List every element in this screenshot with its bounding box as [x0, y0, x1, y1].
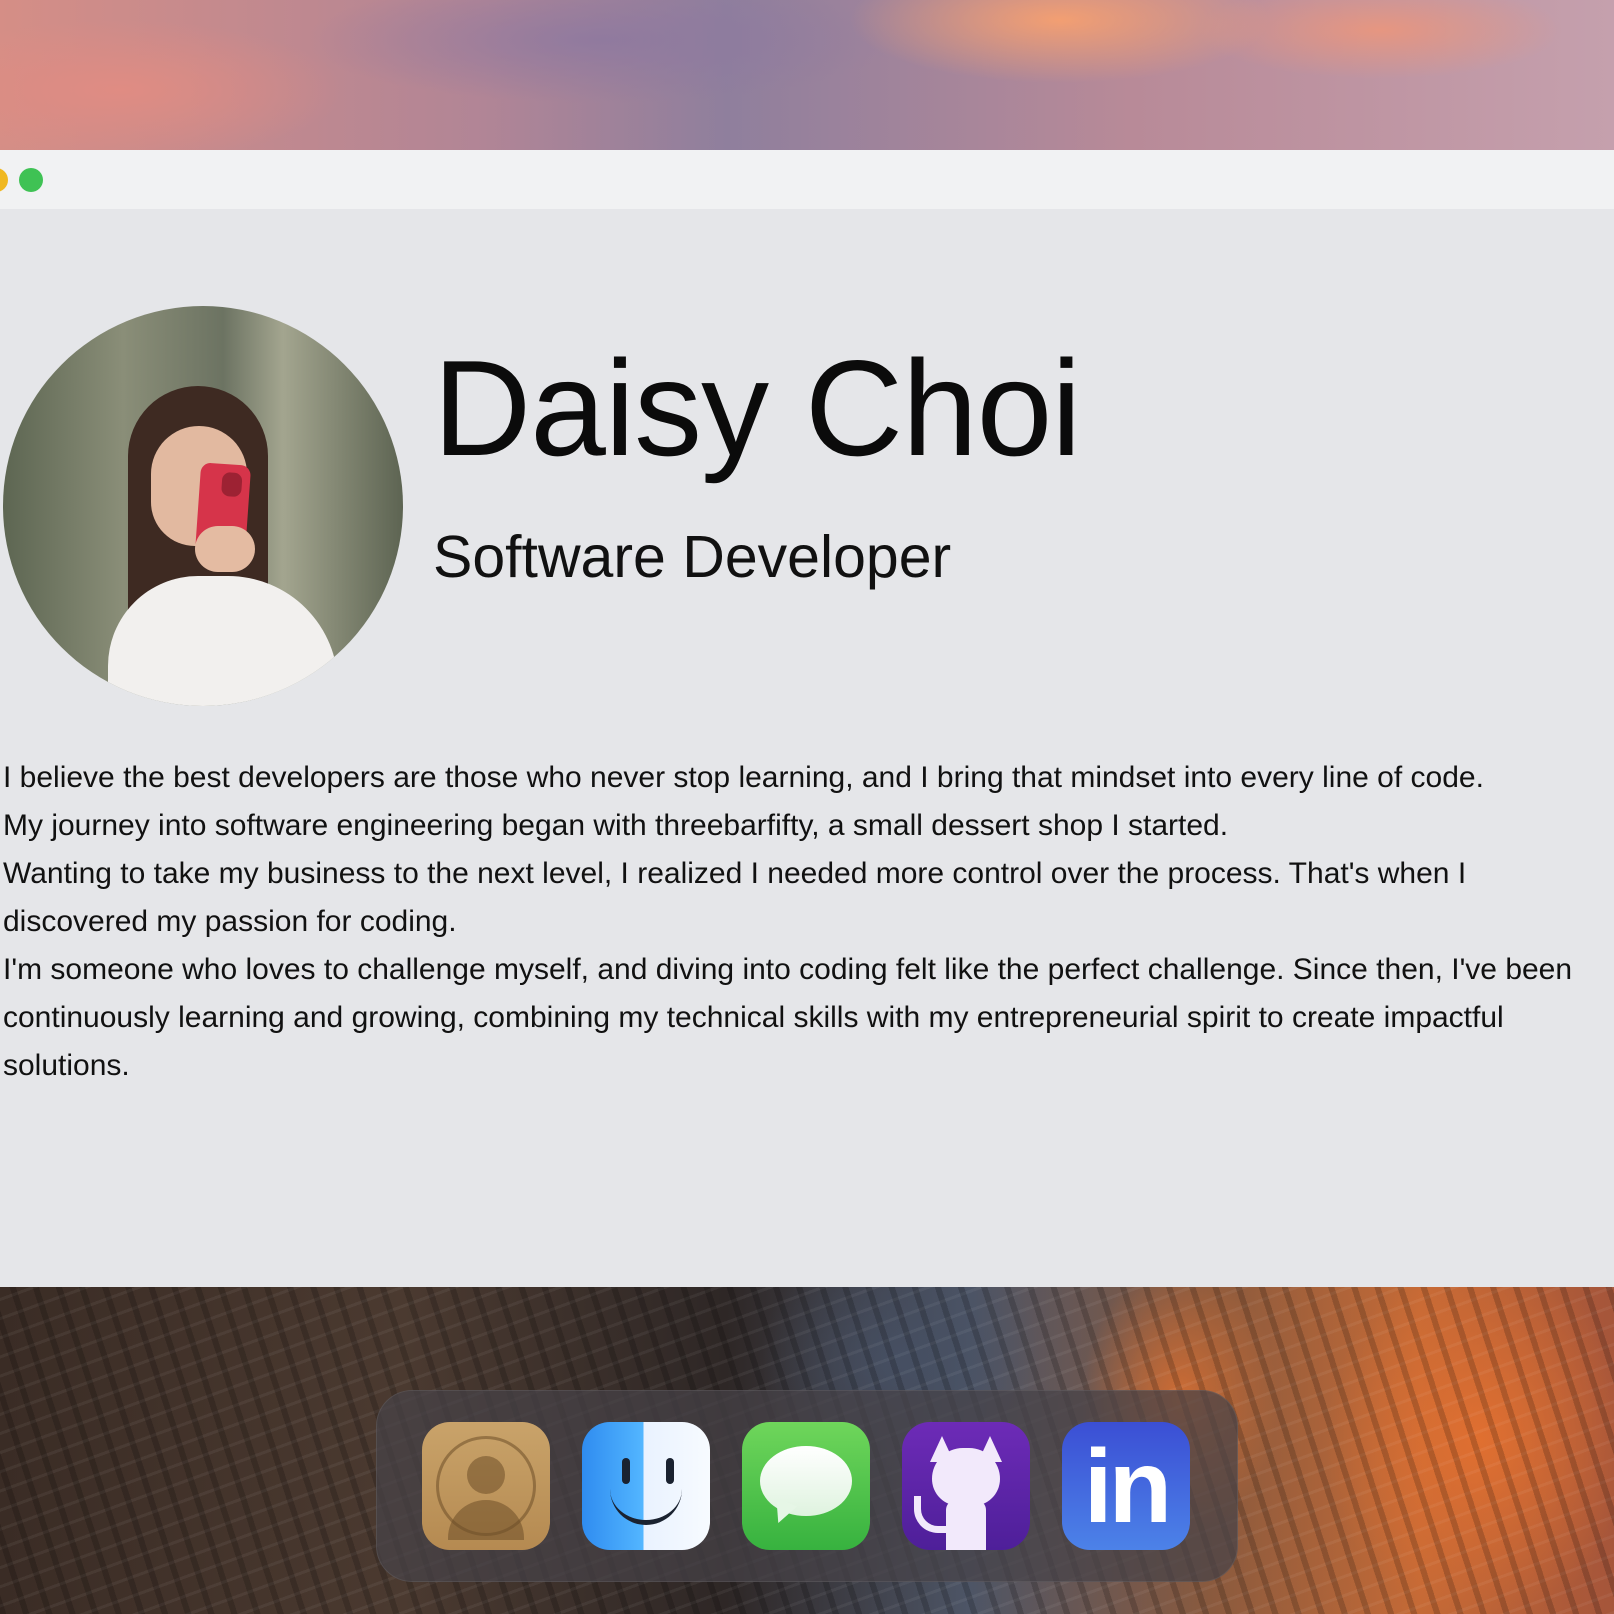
bio-paragraph: Wanting to take my business to the next …: [3, 857, 1467, 938]
zoom-button[interactable]: [19, 168, 43, 192]
profile-photo: [3, 306, 403, 706]
dock: in: [376, 1390, 1238, 1582]
desktop: Daisy Choi Software Developer I believe …: [0, 0, 1614, 1614]
profile-name: Daisy Choi: [433, 332, 1082, 484]
desktop-wallpaper-sky: [0, 0, 1614, 160]
profile-title: Software Developer: [433, 524, 952, 590]
github-icon[interactable]: [902, 1422, 1030, 1550]
bio-paragraph: I'm someone who loves to challenge mysel…: [3, 953, 1573, 1082]
messages-icon[interactable]: [742, 1422, 870, 1550]
contacts-icon[interactable]: [422, 1422, 550, 1550]
profile-bio: I believe the best developers are those …: [3, 754, 1603, 1090]
profile-photo-hand: [195, 526, 255, 572]
minimize-button[interactable]: [0, 168, 8, 192]
window-titlebar: [0, 150, 1614, 209]
bio-paragraph: I believe the best developers are those …: [3, 761, 1484, 794]
linkedin-icon[interactable]: in: [1062, 1422, 1190, 1550]
profile-photo-shirt: [108, 576, 338, 706]
profile-window: Daisy Choi Software Developer I believe …: [0, 150, 1614, 1287]
bio-paragraph: My journey into software engineering beg…: [3, 809, 1229, 842]
finder-icon[interactable]: [582, 1422, 710, 1550]
linkedin-glyph: in: [1083, 1429, 1172, 1545]
